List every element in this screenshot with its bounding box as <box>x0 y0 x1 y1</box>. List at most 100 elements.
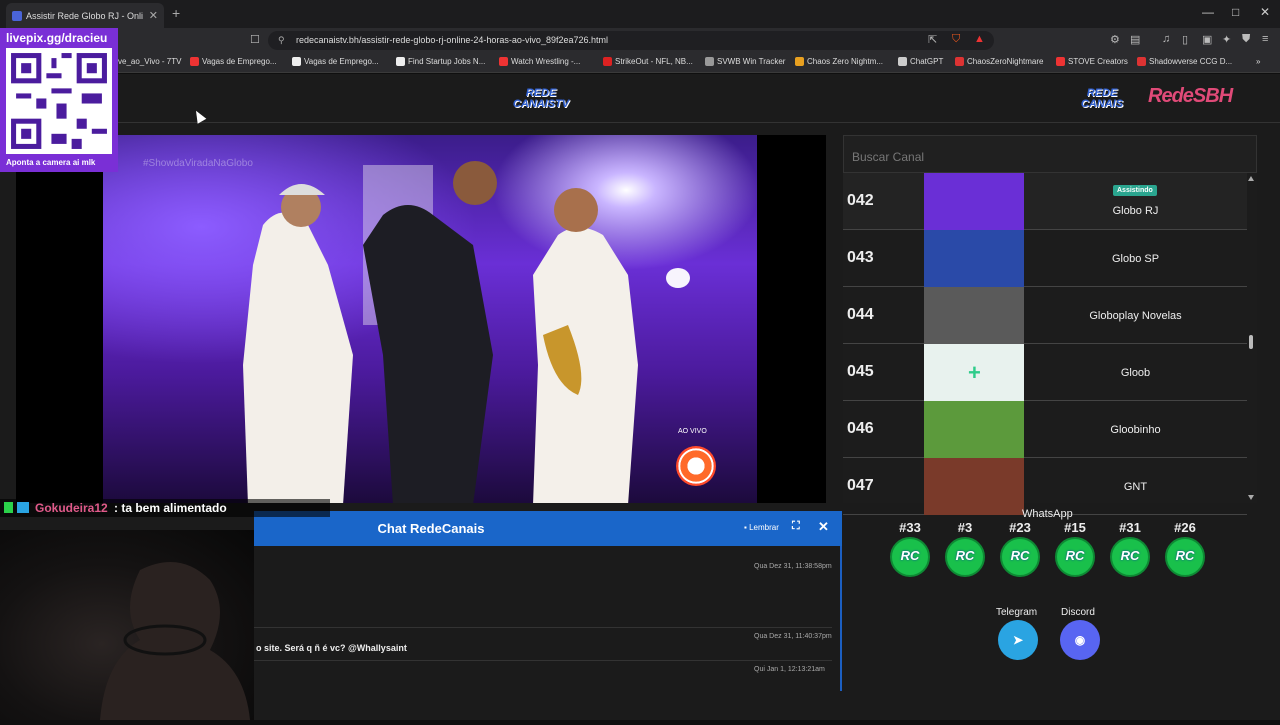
whatsapp-group[interactable]: #33 RC <box>888 520 932 577</box>
channel-row[interactable]: 047 GNT <box>843 458 1247 515</box>
bookmark-item[interactable]: ChatGPT <box>898 57 943 66</box>
bookmark-item[interactable]: STOVE Creators <box>1056 57 1128 66</box>
channel-row[interactable]: 043 Globo SP <box>843 230 1247 287</box>
whatsapp-group[interactable]: #3 RC <box>943 520 987 577</box>
whatsapp-icon[interactable]: RC <box>1165 537 1205 577</box>
rewards-icon[interactable]: ▲ <box>974 33 985 45</box>
bookmark-item[interactable]: Find Startup Jobs N... <box>396 57 485 66</box>
wallet-icon[interactable]: ▣ <box>1202 33 1212 46</box>
telegram-button[interactable]: ➤ <box>998 620 1038 660</box>
whatsapp-icon[interactable]: RC <box>1000 537 1040 577</box>
whatsapp-title: WhatsApp <box>1022 508 1073 520</box>
maximize-icon[interactable]: □ <box>1232 5 1239 19</box>
bookmark-item[interactable]: Watch Wrestling -... <box>499 57 580 66</box>
video-scene <box>243 161 690 503</box>
discord-label: Discord <box>1061 607 1095 618</box>
qr-caption: Aponta a camera ai mlk <box>6 158 96 167</box>
video-frame[interactable] <box>103 135 757 503</box>
whatsapp-icon[interactable]: RC <box>1055 537 1095 577</box>
bookmark-item[interactable]: Vagas de Emprego... <box>292 57 379 66</box>
bookmark-favicon-icon <box>1137 57 1146 66</box>
whatsapp-group[interactable]: #15 RC <box>1053 520 1097 577</box>
live-label: AO VIVO <box>678 428 707 435</box>
bookmark-item[interactable]: SVWB Win Tracker <box>705 57 785 66</box>
channel-scrollbar[interactable] <box>1247 175 1255 501</box>
channel-search-input[interactable]: Buscar Canal <box>843 135 1257 173</box>
ai-icon[interactable]: ✦ <box>1222 33 1231 46</box>
stream-chat-message: Gokudeira12 : ta bem alimentado <box>0 499 330 517</box>
chat-header: Chat RedeCanais ▪ Lembrar ⛶ ✕ <box>254 511 842 546</box>
bookmark-label: ChatGPT <box>910 57 944 66</box>
site-info-icon[interactable]: ⚲ <box>278 35 285 46</box>
whatsapp-group-number: #23 <box>1009 520 1031 535</box>
partner-logo[interactable]: RedeSBH <box>1148 86 1233 106</box>
bookmark-label: Chaos Zero Nightm... <box>807 57 884 66</box>
expand-icon[interactable]: ⛶ <box>792 520 800 533</box>
channel-row[interactable]: 042 Globo RJ Assistindo <box>843 173 1247 230</box>
channel-name: Globo SP <box>1111 253 1160 265</box>
site-header: REDE CANAISTV REDE CANAIS RedeSBH <box>0 74 1280 123</box>
bookmark-favicon-icon <box>499 57 508 66</box>
bookmark-item[interactable]: Vagas de Emprego... <box>190 57 277 66</box>
window-close-icon[interactable]: ✕ <box>1260 5 1270 19</box>
rede-canais-logo[interactable]: REDE CANAIS <box>1068 88 1136 110</box>
tab-title: Assistir Rede Globo RJ - Onli <box>26 10 144 21</box>
channel-number: 047 <box>847 477 874 494</box>
chat-username: Gokudeira12 <box>35 501 108 515</box>
site-logo[interactable]: REDE CANAISTV <box>503 88 579 110</box>
discord-button[interactable]: ◉ <box>1060 620 1100 660</box>
browser-tab[interactable]: Assistir Rede Globo RJ - Onli ✕ <box>6 3 164 28</box>
message-timestamp: Qui Jan 1, 12:13:21am <box>754 666 825 673</box>
chat-message-text: : ta bem alimentado <box>114 501 227 515</box>
channel-thumbnail: + <box>924 344 1024 401</box>
chat-close-icon[interactable]: ✕ <box>818 519 829 535</box>
channel-name: Globoplay Novelas <box>1089 310 1182 322</box>
whatsapp-icon[interactable]: RC <box>945 537 985 577</box>
channel-name: Globo RJ <box>1112 205 1159 217</box>
sidebar-icon[interactable]: ▯ <box>1182 33 1188 46</box>
media-icon[interactable]: ♫ <box>1162 33 1170 45</box>
whatsapp-group[interactable]: #31 RC <box>1108 520 1152 577</box>
channel-thumbnail <box>924 230 1024 287</box>
whatsapp-icon[interactable]: RC <box>1110 537 1150 577</box>
whatsapp-group-number: #26 <box>1174 520 1196 535</box>
bookmark-item[interactable]: ve_ao_Vivo - 7TV <box>118 57 181 66</box>
url-input[interactable]: ⚲ redecanaistv.bh/assistir-rede-globo-rj… <box>268 31 994 50</box>
bookmark-item[interactable]: ChaosZeroNightmare <box>955 57 1043 66</box>
channel-row[interactable]: 045 + Gloob <box>843 344 1247 401</box>
minimize-icon[interactable]: — <box>1202 5 1214 19</box>
extensions-icon[interactable]: ⚙ <box>1110 33 1120 46</box>
channel-row[interactable]: 044 Globoplay Novelas <box>843 287 1247 344</box>
channel-name: Gloob <box>1120 367 1151 379</box>
bookmark-item[interactable]: StrikeOut - NFL, NB... <box>603 57 693 66</box>
channel-name: GNT <box>1123 481 1148 493</box>
whatsapp-group[interactable]: #23 RC <box>998 520 1042 577</box>
bookmark-icon[interactable]: ☐ <box>250 33 260 46</box>
chat-title: Chat RedeCanais <box>377 521 485 536</box>
bookmark-favicon-icon <box>292 57 301 66</box>
reader-icon[interactable]: ▤ <box>1130 33 1140 46</box>
bookmark-item[interactable]: Chaos Zero Nightm... <box>795 57 883 66</box>
remember-checkbox[interactable]: ▪ Lembrar <box>744 523 779 532</box>
whatsapp-group-number: #31 <box>1119 520 1141 535</box>
watching-badge: Assistindo <box>1113 185 1157 196</box>
whatsapp-icon[interactable]: RC <box>890 537 930 577</box>
channel-number: 042 <box>847 192 874 209</box>
whatsapp-group-number: #33 <box>899 520 921 535</box>
vpn-icon[interactable]: ⛊ <box>1242 33 1250 46</box>
channel-number: 043 <box>847 249 874 266</box>
new-tab-icon[interactable]: + <box>172 5 180 21</box>
brave-shield-icon[interactable]: ⛉ <box>952 33 960 46</box>
whatsapp-group[interactable]: #26 RC <box>1163 520 1207 577</box>
channel-row[interactable]: 046 Gloobinho <box>843 401 1247 458</box>
bookmark-item[interactable]: Shadowverse CCG D... <box>1137 57 1232 66</box>
bookmark-favicon-icon <box>898 57 907 66</box>
donation-qr-overlay: livepix.gg/dracieu Aponta a camera ai ml… <box>0 28 118 172</box>
menu-icon[interactable]: ≡ <box>1262 33 1268 45</box>
bookmark-favicon-icon <box>190 57 199 66</box>
bookmarks-overflow-icon[interactable]: » <box>1256 57 1260 66</box>
qr-code <box>6 48 112 154</box>
mod-badge-icon <box>4 502 13 513</box>
tab-close-icon[interactable]: ✕ <box>149 9 158 22</box>
share-icon[interactable]: ⇱ <box>928 33 937 46</box>
